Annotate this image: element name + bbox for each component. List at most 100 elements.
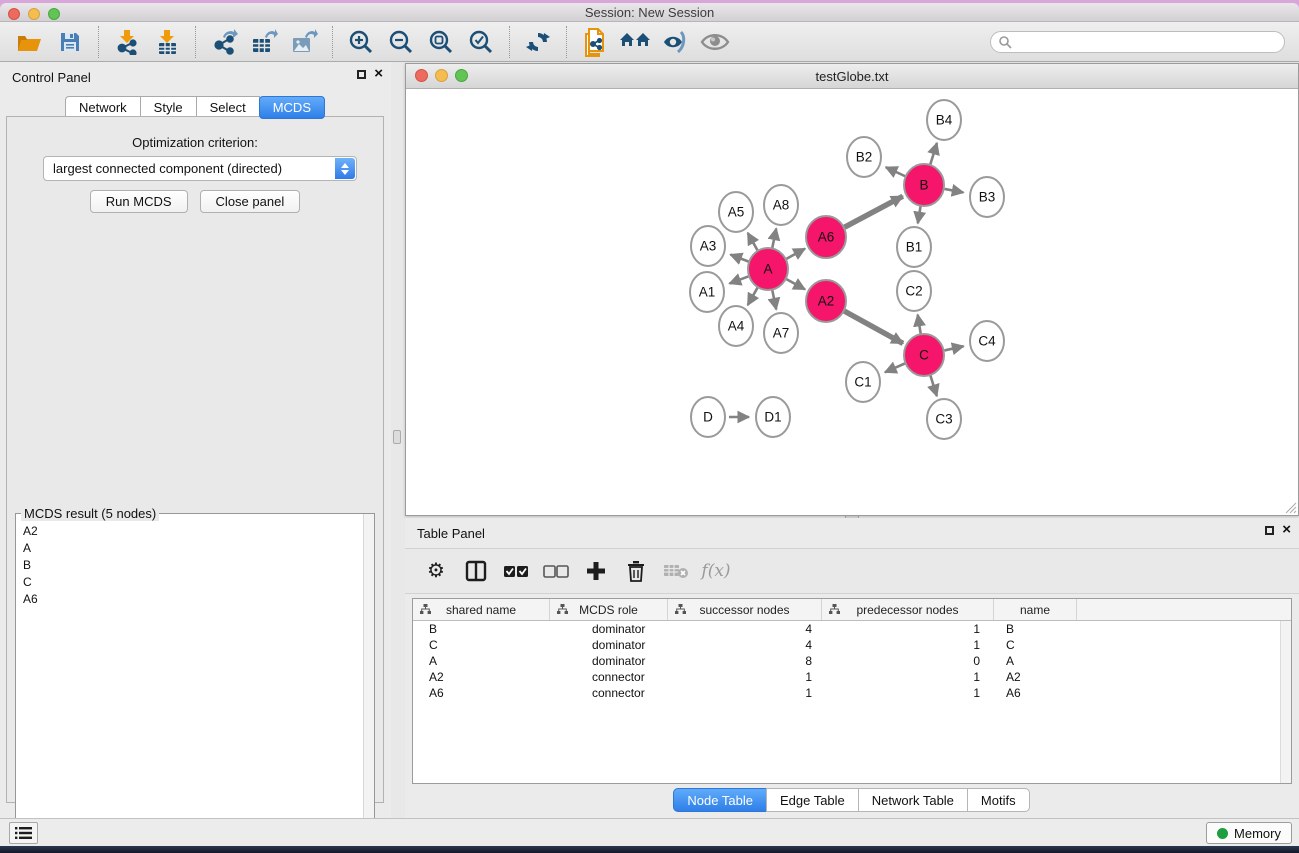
network-canvas[interactable]: B4B2BB3A8A5A6A3B1AA1C2A2A4A7C4CC1DD1C3	[406, 89, 1298, 515]
node-A6[interactable]: A6	[806, 216, 846, 258]
node-A7[interactable]: A7	[764, 313, 798, 353]
network-window-titlebar[interactable]: testGlobe.txt	[406, 64, 1298, 89]
node-A2[interactable]: A2	[806, 280, 846, 322]
open-session-button[interactable]	[10, 25, 50, 59]
edge-A-A8[interactable]	[772, 229, 776, 249]
add-row-button[interactable]	[583, 558, 609, 584]
node-B2[interactable]: B2	[847, 137, 881, 177]
import-table-button[interactable]	[147, 25, 187, 59]
edge-B-B4[interactable]	[930, 143, 937, 165]
column-header-predecessor-nodes[interactable]: predecessor nodes	[822, 599, 994, 620]
minimize-network-button[interactable]	[435, 69, 448, 82]
edge-B-B3[interactable]	[945, 189, 964, 193]
node-A4[interactable]: A4	[719, 306, 753, 346]
column-header-MCDS-role[interactable]: MCDS role	[550, 599, 668, 620]
tab-node-table[interactable]: Node Table	[673, 788, 767, 812]
node-D1[interactable]: D1	[756, 397, 790, 437]
table-scrollbar[interactable]	[1280, 621, 1291, 783]
export-image-button[interactable]	[284, 25, 324, 59]
close-table-panel-icon[interactable]: ×	[1282, 524, 1291, 536]
node-table[interactable]: shared nameMCDS rolesuccessor nodesprede…	[412, 598, 1292, 784]
task-history-button[interactable]	[9, 822, 38, 844]
delete-row-button[interactable]	[623, 558, 649, 584]
table-row[interactable]: A6connector11A6	[413, 685, 1291, 701]
select-all-button[interactable]	[503, 558, 529, 584]
tab-motifs[interactable]: Motifs	[967, 788, 1030, 812]
node-B1[interactable]: B1	[897, 227, 931, 267]
node-A3[interactable]: A3	[691, 226, 725, 266]
toggle-graphics-details-button[interactable]	[695, 25, 735, 59]
column-header-name[interactable]: name	[994, 599, 1077, 620]
zoom-network-button[interactable]	[455, 69, 468, 82]
edge-A2-C[interactable]	[844, 311, 903, 343]
edge-C-C4[interactable]	[944, 346, 963, 350]
table-row[interactable]: Cdominator41C	[413, 637, 1291, 653]
edge-A-A6[interactable]	[786, 249, 805, 259]
column-header-shared-name[interactable]: shared name	[413, 599, 550, 620]
minimize-window-button[interactable]	[28, 8, 40, 20]
node-C[interactable]: C	[904, 334, 944, 376]
edge-A-A1[interactable]	[729, 276, 748, 283]
table-row[interactable]: A2connector11A2	[413, 669, 1291, 685]
zoom-selected-button[interactable]	[461, 25, 501, 59]
vertical-divider-handle[interactable]	[393, 430, 401, 444]
edge-C-C3[interactable]	[930, 375, 937, 396]
close-network-button[interactable]	[415, 69, 428, 82]
search-input[interactable]	[990, 31, 1285, 53]
result-node-item[interactable]: A2	[16, 522, 364, 539]
resize-grip-icon[interactable]	[1284, 501, 1297, 514]
export-network-button[interactable]	[204, 25, 244, 59]
node-C2[interactable]: C2	[897, 271, 931, 311]
node-B4[interactable]: B4	[927, 100, 961, 140]
refresh-network-button[interactable]	[518, 25, 558, 59]
function-builder-button[interactable]: f(x)	[703, 558, 729, 584]
node-A1[interactable]: A1	[690, 272, 724, 312]
node-A8[interactable]: A8	[764, 185, 798, 225]
network-graph[interactable]: B4B2BB3A8A5A6A3B1AA1C2A2A4A7C4CC1DD1C3	[406, 89, 1298, 515]
delete-table-button[interactable]	[663, 558, 689, 584]
export-table-button[interactable]	[244, 25, 284, 59]
node-B[interactable]: B	[904, 164, 944, 206]
zoom-fit-button[interactable]	[421, 25, 461, 59]
edge-B-B2[interactable]	[886, 167, 905, 176]
tab-mcds[interactable]: MCDS	[259, 96, 325, 119]
show-columns-button[interactable]	[463, 558, 489, 584]
node-C3[interactable]: C3	[927, 399, 961, 439]
float-table-panel-icon[interactable]	[1265, 526, 1274, 535]
memory-button[interactable]: Memory	[1206, 822, 1292, 844]
edge-C-C2[interactable]	[918, 315, 921, 335]
edge-A-A4[interactable]	[748, 287, 758, 305]
tab-edge-table[interactable]: Edge Table	[766, 788, 859, 812]
save-session-button[interactable]	[50, 25, 90, 59]
zoom-in-button[interactable]	[341, 25, 381, 59]
node-C1[interactable]: C1	[846, 362, 880, 402]
zoom-out-button[interactable]	[381, 25, 421, 59]
edge-C-C1[interactable]	[885, 363, 905, 372]
edge-A6-B[interactable]	[845, 196, 903, 227]
hide-labels-button[interactable]	[655, 25, 695, 59]
node-D[interactable]: D	[691, 397, 725, 437]
edge-A-A2[interactable]	[786, 279, 805, 289]
edge-A-A3[interactable]	[730, 255, 748, 262]
show-all-networks-button[interactable]	[615, 25, 655, 59]
close-panel-icon[interactable]: ×	[374, 68, 383, 80]
column-settings-button[interactable]: ⚙	[423, 558, 449, 584]
edge-B-B1[interactable]	[918, 206, 921, 224]
table-row[interactable]: Adominator80A	[413, 653, 1291, 669]
zoom-window-button[interactable]	[48, 8, 60, 20]
result-scrollbar[interactable]	[363, 514, 374, 850]
import-network-button[interactable]	[107, 25, 147, 59]
column-header-successor-nodes[interactable]: successor nodes	[668, 599, 822, 620]
tab-network-table[interactable]: Network Table	[858, 788, 968, 812]
edge-A-A7[interactable]	[772, 290, 776, 310]
node-C4[interactable]: C4	[970, 321, 1004, 361]
result-node-item[interactable]: A6	[16, 590, 364, 607]
close-panel-button[interactable]: Close panel	[200, 190, 301, 213]
result-node-item[interactable]: B	[16, 556, 364, 573]
edge-A-A5[interactable]	[748, 233, 758, 251]
result-node-item[interactable]: C	[16, 573, 364, 590]
deselect-all-button[interactable]	[543, 558, 569, 584]
node-B3[interactable]: B3	[970, 177, 1004, 217]
clone-network-button[interactable]	[575, 25, 615, 59]
optimization-criterion-select[interactable]: largest connected component (directed)	[43, 156, 357, 181]
